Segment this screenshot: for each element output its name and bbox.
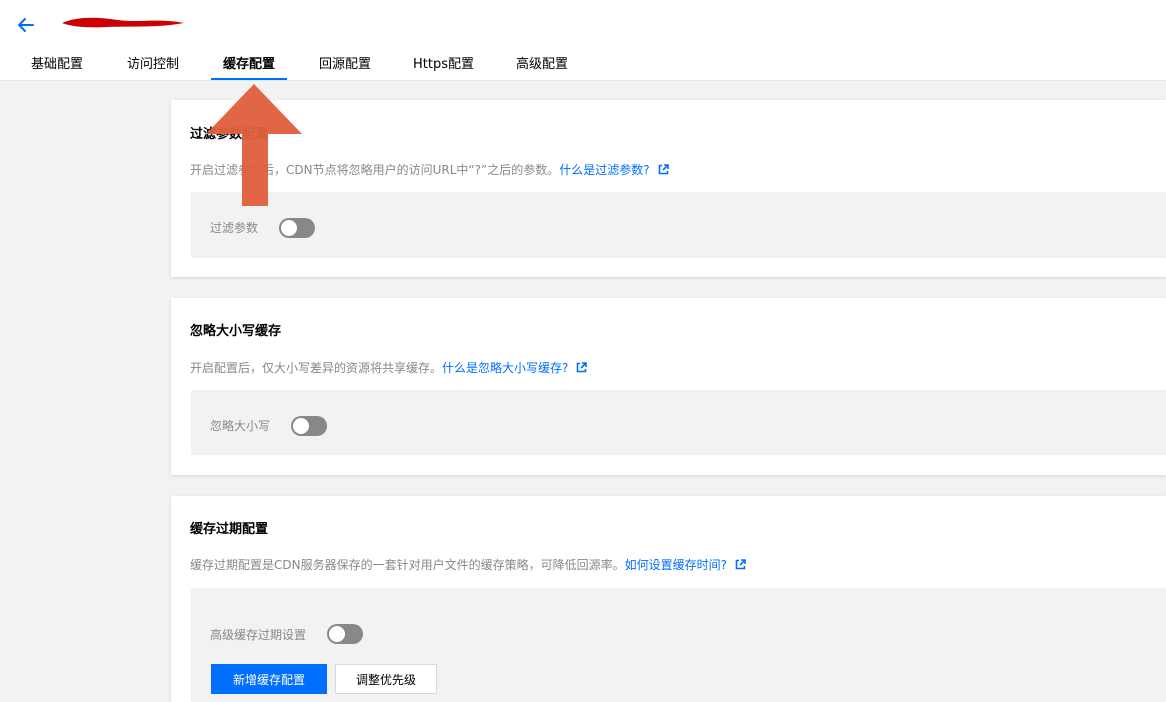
cache-expire-toggle-label: 高级缓存过期设置 (210, 628, 307, 642)
ignore-case-panel: 忽略大小写 (191, 390, 1166, 455)
filter-params-panel: 过滤参数 (191, 192, 1166, 258)
tab-cache-config[interactable]: 缓存配置 (211, 50, 287, 80)
ignore-case-card: 忽略大小写缓存 开启配置后，仅大小写差异的资源将共享缓存。什么是忽略大小写缓存?… (171, 298, 1166, 475)
cache-expire-card: 缓存过期配置 缓存过期配置是CDN服务器保存的一套针对用户文件的缓存策略，可降低… (171, 496, 1166, 702)
tab-origin-config[interactable]: 回源配置 (317, 50, 373, 80)
toggle-knob (293, 418, 309, 434)
filter-params-title: 过滤参数配置 (190, 127, 269, 142)
cache-expire-desc-text: 缓存过期配置是CDN服务器保存的一套针对用户文件的缓存策略，可降低回源率。 (190, 558, 625, 572)
ignore-case-toggle-label: 忽略大小写 (210, 419, 271, 433)
redacted-domain-scribble (62, 17, 184, 28)
external-link-icon[interactable] (576, 362, 588, 373)
external-link-icon[interactable] (735, 559, 746, 570)
toggle-knob (281, 220, 297, 236)
arrow-left-icon[interactable] (15, 14, 37, 36)
top-bar: 基础配置 访问控制 缓存配置 回源配置 Https配置 高级配置 (0, 0, 1166, 81)
filter-params-desc-text: 开启过滤参数后，CDN节点将忽略用户的访问URL中“?”之后的参数。 (190, 163, 560, 177)
ignore-case-toggle[interactable] (291, 416, 327, 436)
tab-basic-config[interactable]: 基础配置 (29, 50, 85, 80)
toggle-knob (329, 626, 345, 642)
filter-params-card: 过滤参数配置 开启过滤参数后，CDN节点将忽略用户的访问URL中“?”之后的参数… (171, 100, 1166, 277)
cache-expire-panel: 高级缓存过期设置 新增缓存配置 调整优先级 (191, 588, 1166, 702)
filter-params-toggle[interactable] (279, 218, 315, 238)
ignore-case-desc: 开启配置后，仅大小写差异的资源将共享缓存。什么是忽略大小写缓存? (190, 359, 588, 376)
adjust-priority-button[interactable]: 调整优先级 (335, 664, 437, 694)
ignore-case-help-link[interactable]: 什么是忽略大小写缓存? (442, 361, 568, 375)
filter-params-help-link[interactable]: 什么是过滤参数? (559, 163, 649, 177)
ignore-case-title: 忽略大小写缓存 (190, 324, 282, 339)
tab-advanced-config[interactable]: 高级配置 (514, 50, 570, 80)
tab-access-control[interactable]: 访问控制 (125, 50, 181, 80)
filter-params-toggle-label: 过滤参数 (210, 221, 259, 235)
tab-https-config[interactable]: Https配置 (413, 50, 474, 80)
cache-expire-help-link[interactable]: 如何设置缓存时间? (625, 558, 727, 572)
cache-expire-toggle[interactable] (327, 624, 363, 644)
filter-params-desc: 开启过滤参数后，CDN节点将忽略用户的访问URL中“?”之后的参数。什么是过滤参… (190, 161, 669, 178)
ignore-case-desc-text: 开启配置后，仅大小写差异的资源将共享缓存。 (190, 361, 443, 375)
cache-expire-desc: 缓存过期配置是CDN服务器保存的一套针对用户文件的缓存策略，可降低回源率。如何设… (190, 556, 746, 573)
add-cache-config-button[interactable]: 新增缓存配置 (211, 664, 327, 694)
cache-expire-title: 缓存过期配置 (190, 522, 269, 537)
external-link-icon[interactable] (658, 164, 669, 175)
